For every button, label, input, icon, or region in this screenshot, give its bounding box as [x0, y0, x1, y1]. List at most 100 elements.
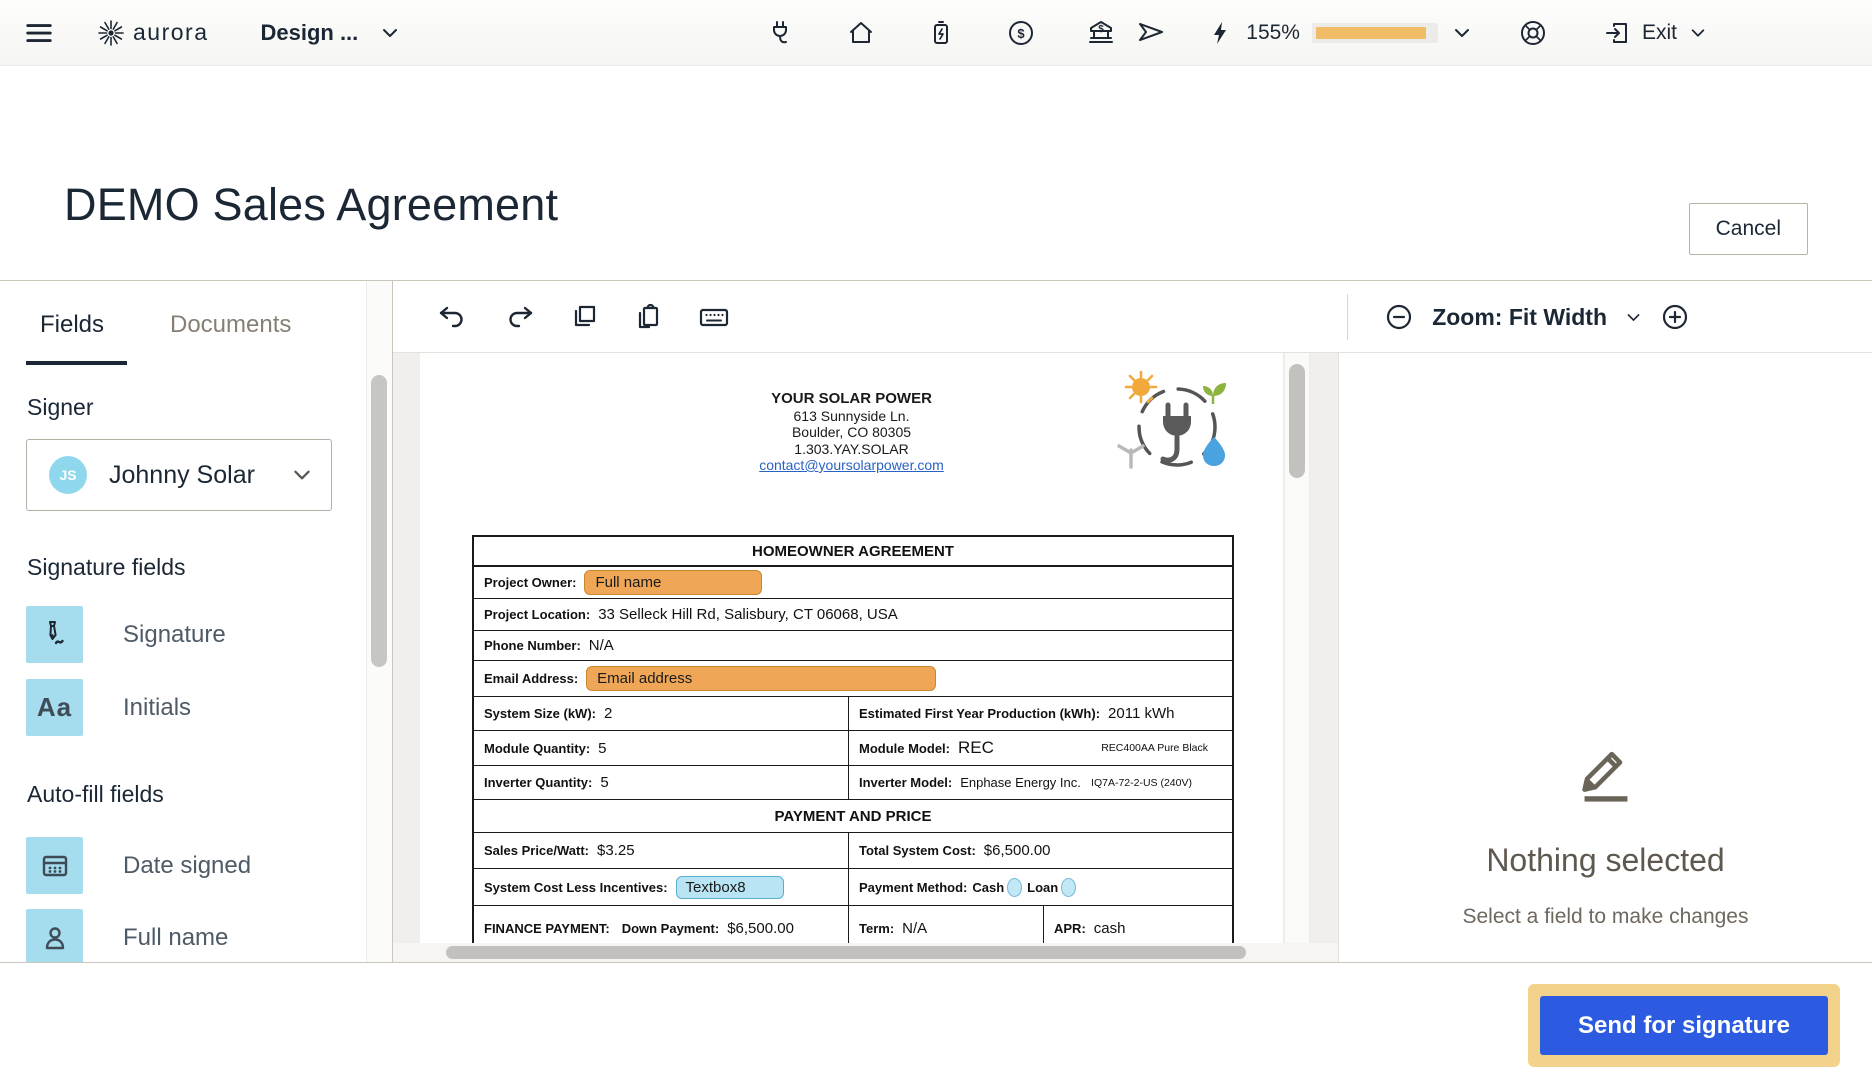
- dollar-circle-icon[interactable]: $: [1006, 18, 1036, 48]
- solar-company-logo: [1101, 365, 1253, 483]
- active-tab-underline: [26, 361, 127, 365]
- incentives-cell: System Cost Less Incentives: Textbox8: [474, 869, 849, 905]
- project-location-row: Project Location: 33 Selleck Hill Rd, Sa…: [474, 599, 1232, 631]
- exit-label: Exit: [1642, 21, 1677, 45]
- inverter-qty-value: 5: [600, 774, 608, 791]
- keyboard-icon[interactable]: [697, 302, 731, 332]
- inverter-model-label: Inverter Model:: [859, 775, 952, 790]
- system-size-label: System Size (kW):: [484, 706, 596, 721]
- exit-button[interactable]: Exit: [1604, 20, 1707, 46]
- hamburger-menu-icon[interactable]: [24, 18, 54, 48]
- system-size-value: 2: [604, 705, 612, 722]
- phone-value: N/A: [589, 637, 614, 654]
- cash-label: Cash: [972, 880, 1004, 895]
- total-cost-cell: Total System Cost: $6,500.00: [849, 833, 1232, 868]
- svg-text:$: $: [1017, 26, 1025, 41]
- exit-icon: [1604, 20, 1630, 46]
- production-cell: Estimated First Year Production (kWh): 2…: [849, 697, 1232, 730]
- document-viewport[interactable]: YOUR SOLAR POWER 613 Sunnyside Ln. Bould…: [393, 353, 1338, 962]
- plug-icon[interactable]: [766, 18, 796, 48]
- design-progress-bar[interactable]: [1312, 23, 1438, 43]
- field-item-date-signed[interactable]: Date signed: [26, 837, 251, 894]
- project-location-label: Project Location:: [484, 607, 590, 622]
- email-row: Email Address: Email address: [474, 661, 1232, 697]
- field-item-signature[interactable]: Signature: [26, 606, 226, 663]
- field-item-label: Date signed: [123, 852, 251, 880]
- total-cost-value: $6,500.00: [984, 842, 1051, 859]
- signer-avatar: JS: [49, 456, 87, 494]
- zoom-out-icon[interactable]: [1384, 302, 1414, 332]
- document-horizontal-scrollbar-thumb[interactable]: [446, 946, 1246, 959]
- company-email-link[interactable]: contact@yoursolarpower.com: [759, 457, 944, 473]
- production-value: 2011 kWh: [1108, 705, 1174, 722]
- signature-fields-label: Signature fields: [27, 554, 186, 581]
- textbox8-field[interactable]: Textbox8: [676, 876, 784, 899]
- chevron-down-icon[interactable]: [1452, 23, 1472, 43]
- navbar-right: 155% Exit: [1208, 0, 1707, 66]
- chevron-down-icon[interactable]: [1625, 309, 1642, 326]
- document-horizontal-scrollbar-track[interactable]: [393, 943, 1338, 962]
- aurora-starburst-icon: [98, 20, 124, 46]
- design-progress-fill: [1316, 27, 1426, 39]
- cancel-button[interactable]: Cancel: [1689, 203, 1808, 255]
- redo-icon[interactable]: [503, 302, 535, 332]
- aurora-logo[interactable]: aurora: [98, 19, 208, 46]
- tab-fields[interactable]: Fields: [40, 311, 104, 339]
- lightning-icon: [1208, 20, 1234, 46]
- inverter-model-detail: IQ7A-72-2-US (240V): [1091, 777, 1192, 789]
- page-header: DEMO Sales Agreement Cancel: [0, 67, 1872, 280]
- help-icon[interactable]: [1518, 18, 1548, 48]
- aurora-document-editor: aurora Design ... $ $: [0, 0, 1872, 1090]
- navbar-left: aurora Design ...: [0, 18, 400, 48]
- zoom-level-label[interactable]: Zoom: Fit Width: [1432, 304, 1607, 331]
- sidebar-scrollbar-thumb[interactable]: [371, 375, 387, 667]
- inverter-qty-label: Inverter Quantity:: [484, 775, 592, 790]
- system-size-row: System Size (kW): 2 Estimated First Year…: [474, 697, 1232, 731]
- loan-radio[interactable]: [1061, 878, 1076, 897]
- bank-icon[interactable]: $: [1086, 18, 1116, 48]
- document-vertical-scrollbar-track[interactable]: [1284, 353, 1310, 943]
- finance-pair: $: [1086, 18, 1166, 48]
- document-page: YOUR SOLAR POWER 613 Sunnyside Ln. Bould…: [420, 353, 1283, 962]
- send-button-highlight-ring: Send for signature: [1528, 984, 1840, 1067]
- down-payment-label: Down Payment:: [622, 921, 720, 936]
- home-icon[interactable]: [846, 18, 876, 48]
- navbar-mode-icons: $ $: [766, 0, 1166, 66]
- initials-glyph: Aa: [37, 692, 72, 723]
- send-for-signature-button[interactable]: Send for signature: [1540, 996, 1828, 1055]
- signature-pen-icon: [26, 606, 83, 663]
- document-lower: YOUR SOLAR POWER 613 Sunnyside Ln. Bould…: [393, 353, 1872, 962]
- footer-bar: Send for signature: [0, 963, 1872, 1090]
- sidebar-scrollbar-track[interactable]: [366, 281, 392, 962]
- paste-icon[interactable]: [633, 302, 663, 332]
- field-item-label: Full name: [123, 924, 228, 952]
- empty-state-title: Nothing selected: [1366, 842, 1846, 879]
- signer-name: Johnny Solar: [109, 461, 255, 490]
- signer-select[interactable]: JS Johnny Solar: [26, 439, 332, 511]
- top-navbar: aurora Design ... $ $: [0, 0, 1872, 66]
- battery-icon[interactable]: [926, 18, 956, 48]
- duplicate-icon[interactable]: [569, 302, 599, 332]
- payment-method-cell: Payment Method: Cash Loan: [849, 869, 1232, 905]
- homeowner-agreement-table: HOMEOWNER AGREEMENT Project Owner: Full …: [472, 535, 1234, 952]
- full-name-field[interactable]: Full name: [584, 570, 762, 595]
- email-address-field[interactable]: Email address: [586, 666, 936, 691]
- field-item-full-name[interactable]: Full name: [26, 909, 228, 962]
- zoom-in-icon[interactable]: [1660, 302, 1690, 332]
- project-location-value: 33 Selleck Hill Rd, Salisbury, CT 06068,…: [598, 606, 898, 623]
- undo-icon[interactable]: [437, 302, 469, 332]
- cash-radio[interactable]: [1007, 878, 1022, 897]
- sales-price-label: Sales Price/Watt:: [484, 843, 589, 858]
- tab-documents[interactable]: Documents: [170, 311, 291, 339]
- design-selector[interactable]: Design ...: [260, 20, 400, 46]
- payment-section-title: PAYMENT AND PRICE: [775, 808, 932, 825]
- send-proposal-icon[interactable]: [1136, 18, 1166, 48]
- fields-sidebar: Fields Documents Signer JS Johnny Solar …: [0, 281, 393, 962]
- chevron-down-icon: [1689, 24, 1707, 42]
- field-item-initials[interactable]: Aa Initials: [26, 679, 191, 736]
- term-value: N/A: [902, 920, 927, 937]
- apr-value: cash: [1094, 920, 1126, 937]
- document-vertical-scrollbar-thumb[interactable]: [1289, 364, 1305, 478]
- sales-price-row: Sales Price/Watt: $3.25 Total System Cos…: [474, 833, 1232, 869]
- field-item-label: Signature: [123, 621, 226, 649]
